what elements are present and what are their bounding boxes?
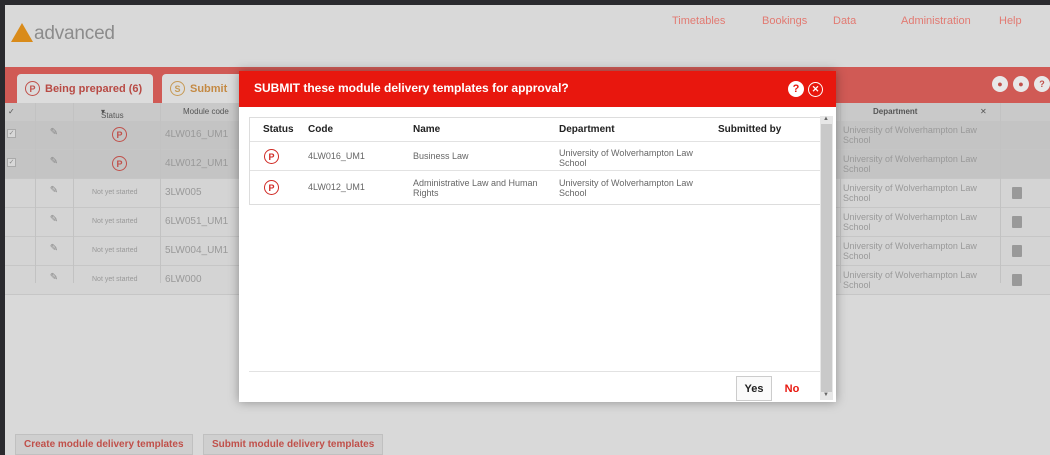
submit-templates-button[interactable]: Submit module delivery templates (203, 434, 384, 455)
scroll-up-arrow-icon[interactable]: ▲ (823, 116, 829, 122)
prepared-status-icon: P (25, 81, 40, 96)
department-column-header: Department (559, 124, 615, 135)
edit-icon[interactable]: ✎ (47, 243, 61, 257)
yes-button[interactable]: Yes (736, 376, 772, 401)
nav-data[interactable]: Data (833, 15, 856, 27)
department: University of Wolverhampton Law School (559, 178, 693, 198)
submit-list-table: Status Code Name Department Submitted by… (249, 117, 822, 205)
module-code: 6LW051_UM1 (165, 216, 229, 227)
status-text: Not yet started (92, 247, 138, 254)
app-logo[interactable]: advanced (11, 21, 115, 47)
module-code: 5LW004_UM1 (165, 245, 229, 256)
help-icon[interactable]: ? (1034, 76, 1050, 92)
column-divider (840, 103, 841, 283)
submitted-by-column-header: Submitted by (718, 124, 782, 135)
select-all-checkbox[interactable]: ✓ (8, 107, 15, 116)
tab-label: Submit (190, 82, 228, 95)
delete-icon[interactable] (1012, 216, 1022, 228)
logo-triangle-icon (11, 22, 33, 42)
column-divider (1000, 103, 1001, 283)
department: University of Wolverhampton Law School (843, 212, 977, 232)
module-name: Business Law (413, 151, 469, 161)
module-code: 3LW005 (165, 187, 202, 198)
submit-confirmation-dialog: SUBMIT these module delivery templates f… (239, 71, 836, 402)
screen-frame: advanced Timetables Bookings Data Admini… (0, 0, 1050, 455)
module-code-column-header[interactable]: Module code (183, 107, 229, 116)
nav-bookings[interactable]: Bookings (762, 15, 807, 27)
module-code: 4LW016_UM1 (308, 151, 365, 161)
no-button[interactable]: No (777, 376, 807, 401)
prepared-status-icon: P (112, 156, 127, 171)
dialog-divider (249, 371, 822, 372)
edit-icon[interactable]: ✎ (47, 185, 61, 199)
nav-timetables[interactable]: Timetables (672, 15, 725, 27)
delete-icon[interactable] (1012, 274, 1022, 286)
dialog-title: SUBMIT these module delivery templates f… (254, 81, 569, 95)
tab-label: Being prepared (6) (45, 82, 143, 95)
status-column-header: Status (263, 124, 294, 135)
bottom-action-bar: Create module delivery templates Submit … (5, 429, 1050, 455)
submitted-status-icon: S (170, 81, 185, 96)
status-text: Not yet started (92, 218, 138, 225)
module-name: Administrative Law and Human Rights (413, 178, 538, 198)
table-row: P 4LW012_UM1 Administrative Law and Huma… (250, 170, 821, 205)
module-code: 4LW012_UM1 (165, 158, 229, 169)
department: University of Wolverhampton Law School (559, 148, 693, 168)
module-code: 6LW000 (165, 274, 202, 285)
close-icon[interactable]: ✕ (808, 82, 823, 97)
prepared-status-icon: P (112, 127, 127, 142)
table-scrollbar[interactable]: ▲ ▼ (820, 116, 833, 400)
code-column-header: Code (308, 124, 333, 135)
refresh-icon[interactable]: ● (992, 76, 1008, 92)
name-column-header: Name (413, 124, 441, 135)
prepared-status-icon: P (264, 180, 279, 195)
delete-icon[interactable] (1012, 245, 1022, 257)
column-divider (160, 103, 161, 283)
status-column-header[interactable]: Status ▾ (101, 107, 124, 120)
table-row: P 4LW016_UM1 Business Law University of … (250, 141, 821, 170)
status-text: Not yet started (92, 276, 138, 283)
nav-administration[interactable]: Administration (901, 15, 971, 27)
module-code: 4LW016_UM1 (165, 129, 229, 140)
edit-icon[interactable]: ✎ (47, 272, 61, 286)
department: University of Wolverhampton Law School (843, 125, 977, 145)
scrollbar-thumb[interactable] (821, 124, 832, 392)
prepared-status-icon: P (264, 149, 279, 164)
status-text: Not yet started (92, 189, 138, 196)
logo-text: advanced (34, 23, 115, 44)
delete-icon[interactable] (1012, 187, 1022, 199)
clear-filter-icon[interactable]: ✕ (980, 107, 987, 116)
department: University of Wolverhampton Law School (843, 183, 977, 203)
help-icon[interactable]: ? (788, 81, 804, 97)
tab-being-prepared[interactable]: P Being prepared (6) (17, 74, 153, 103)
department: University of Wolverhampton Law School (843, 154, 977, 174)
print-icon[interactable]: ● (1013, 76, 1029, 92)
scroll-down-arrow-icon[interactable]: ▼ (823, 392, 829, 398)
department: University of Wolverhampton Law School (843, 270, 977, 290)
department: University of Wolverhampton Law School (843, 241, 977, 261)
edit-icon[interactable]: ✎ (47, 214, 61, 228)
module-code: 4LW012_UM1 (308, 182, 365, 192)
department-column-header[interactable]: Department (873, 107, 917, 116)
edit-icon[interactable]: ✎ (47, 127, 61, 141)
row-checkbox[interactable]: ✓ (7, 129, 16, 138)
create-templates-button[interactable]: Create module delivery templates (15, 434, 193, 455)
dialog-title-bar: SUBMIT these module delivery templates f… (239, 71, 836, 107)
edit-icon[interactable]: ✎ (47, 156, 61, 170)
tabbar-actions: ● ● ? (987, 76, 1050, 92)
column-divider (73, 103, 74, 283)
column-divider (35, 103, 36, 283)
row-checkbox[interactable]: ✓ (7, 158, 16, 167)
nav-help[interactable]: Help (999, 15, 1022, 27)
app-window: advanced Timetables Bookings Data Admini… (5, 5, 1050, 455)
